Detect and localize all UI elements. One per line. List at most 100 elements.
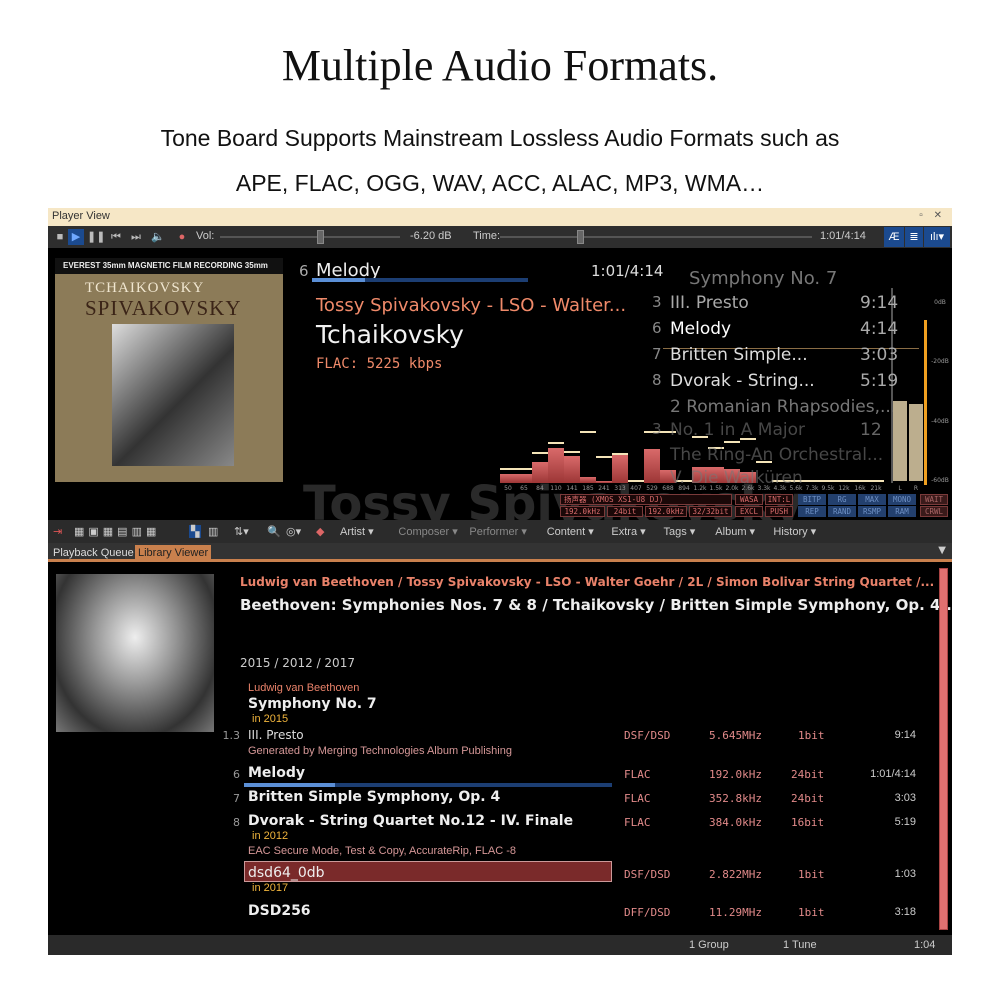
spectrum-bar [500,474,516,483]
menu-history[interactable]: History ▾ [773,525,816,538]
output-rate: 192.0kHz [645,506,687,517]
vu-peak-bar [924,320,927,485]
group-artist[interactable]: Ludwig van Beethoven [248,682,359,694]
track-duration: 1:01/4:14 [870,768,916,780]
menu-album[interactable]: Album ▾ [715,525,755,538]
db-scale-label: -60dB [931,477,949,484]
collapse-icon[interactable]: ⇥ [53,525,62,538]
list-view-icon[interactable]: ≣ [905,227,923,247]
wasapi-badge[interactable]: WASA [735,494,763,505]
now-playing-progress[interactable] [312,278,528,282]
vu-bar-l [893,400,907,481]
playlist-item-number: 6 [652,319,662,337]
seek-thumb[interactable] [576,230,584,244]
filter-icon[interactable]: ◎▾ [286,525,301,538]
group-title[interactable]: Symphony No. 7 [248,696,377,712]
spectrum-peak [516,468,532,471]
playlist-item[interactable]: 6 Melody 4:14 [652,319,898,339]
tab-library-viewer[interactable]: Library Viewer [135,545,212,562]
now-playing-panel: Tossy Spivakovsky EVEREST 35mm MAGNETIC … [48,248,952,532]
sort-icon[interactable]: ⇅▾ [234,525,249,538]
tab-playback-queue[interactable]: Playback Queue [50,545,137,562]
track-progress[interactable] [244,783,612,787]
playlist-item[interactable]: The Ring-An Orchestral... [670,445,883,465]
flag-bitp[interactable]: BITP [798,494,826,505]
menu-performer[interactable]: Performer ▾ [469,525,526,538]
wait-badge[interactable]: WAIT [920,494,948,505]
menu-content[interactable]: Content ▾ [547,525,594,538]
spectrum-bar [596,480,612,483]
now-playing-format: FLAC: 5225 kbps [316,356,443,372]
track-title: Dvorak - String Quartet No.12 - IV. Fina… [248,813,574,829]
playlist-item-title: The Ring-An Orchestral... [670,445,884,465]
playlist-item[interactable]: 3 III. Presto 9:14 [652,293,898,313]
library-scrollbar[interactable] [939,568,948,930]
track-title: dsd64_0db [248,865,325,881]
view-tabs: Playback Queue Library Viewer ▼ [48,543,952,562]
spectrum-bar [612,455,628,483]
previous-icon[interactable]: ⏮ [108,229,124,245]
volume-slider[interactable] [220,236,400,238]
playlist-item[interactable]: V. Die Walküren [670,468,870,488]
window-controls[interactable]: ▫ ✕ [919,210,946,221]
track-number: 1.3 [222,729,241,742]
menu-composer[interactable]: Composer ▾ [398,525,457,538]
pause-icon[interactable]: ❚❚ [87,229,105,245]
spectrum-peak [612,453,628,455]
flag-ram[interactable]: RAM [888,506,916,517]
details-view-icon[interactable]: ▥ [208,525,218,538]
int-badge[interactable]: INT:L [765,494,793,505]
playlist-item-title: III. Presto [670,293,749,313]
spectrum-peak [580,430,596,433]
composer-portrait [56,574,214,732]
flag-mono[interactable]: MONO [888,494,916,505]
playlist-item-duration: 9:14 [860,293,899,313]
flag-rsmp[interactable]: RSMP [858,506,886,517]
font-icon[interactable]: Æ [884,227,904,247]
spectrum-view-icon[interactable]: ılı▾ [924,227,950,247]
flag-rand[interactable]: RAND [828,506,856,517]
tune-count: 1 Tune [783,939,817,951]
push-badge[interactable]: PUSH [765,506,793,517]
album-artists[interactable]: Ludwig van Beethoven / Tossy Spivakovsky… [240,575,934,589]
menu-tags[interactable]: Tags ▾ [664,525,696,538]
seek-slider[interactable] [500,236,812,238]
track-format: DSF/DSD [624,868,671,881]
spectrum-bar [532,462,548,483]
flag-rep[interactable]: REP [798,506,826,517]
spectrum-peak [500,468,516,471]
playlist-item-title: Dvorak - String... [670,371,815,391]
crawl-badge[interactable]: CRWL [920,506,948,517]
tiles-view-icon[interactable]: ▚ [189,525,202,538]
tabs-dropdown-icon[interactable]: ▼ [938,545,946,556]
playlist-item[interactable]: 2 Romanian Rhapsodies,... [670,397,896,417]
mute-icon[interactable]: 🔈 [150,229,166,245]
volume-thumb[interactable] [317,230,325,244]
playlist-item-duration: 3:03 [860,345,899,365]
search-icon[interactable]: 🔍 [267,525,281,538]
album-title[interactable]: Beethoven: Symphonies Nos. 7 & 8 / Tchai… [240,596,952,614]
playlist-item-number: 3 [652,293,662,311]
menu-extra[interactable]: Extra ▾ [611,525,645,538]
input-bits: 24bit [607,506,643,517]
exclusive-badge[interactable]: EXCL [735,506,763,517]
stop-icon[interactable]: ■ [52,229,68,245]
playlist-item[interactable]: 7 Britten Simple... 3:03 [652,345,898,365]
album-years: 2015 / 2012 / 2017 [240,656,355,670]
playlist-item[interactable]: 8 Dvorak - String... 5:19 [652,371,898,391]
flag-max[interactable]: MAX [858,494,886,505]
vu-channel-label: R [913,485,919,492]
play-icon[interactable]: ▶ [68,229,84,245]
album-art-line2: SPIVAKOVSKY [85,296,242,320]
track-number: 7 [233,792,240,805]
spectrum-bar [516,474,532,483]
menu-artist[interactable]: Artist ▾ [340,525,374,538]
playlist-item-number: 7 [652,345,662,363]
playlist-item[interactable]: 3 No. 1 in A Major 12 [652,420,882,440]
track-duration: 5:19 [894,816,916,828]
tag-icon[interactable]: ◆ [316,525,324,538]
flag-rg[interactable]: RG [828,494,856,505]
next-icon[interactable]: ⏭ [128,229,144,245]
record-icon[interactable]: ● [174,229,190,245]
layout-icons[interactable]: ▦▣▦▤▥▦ [74,525,160,538]
